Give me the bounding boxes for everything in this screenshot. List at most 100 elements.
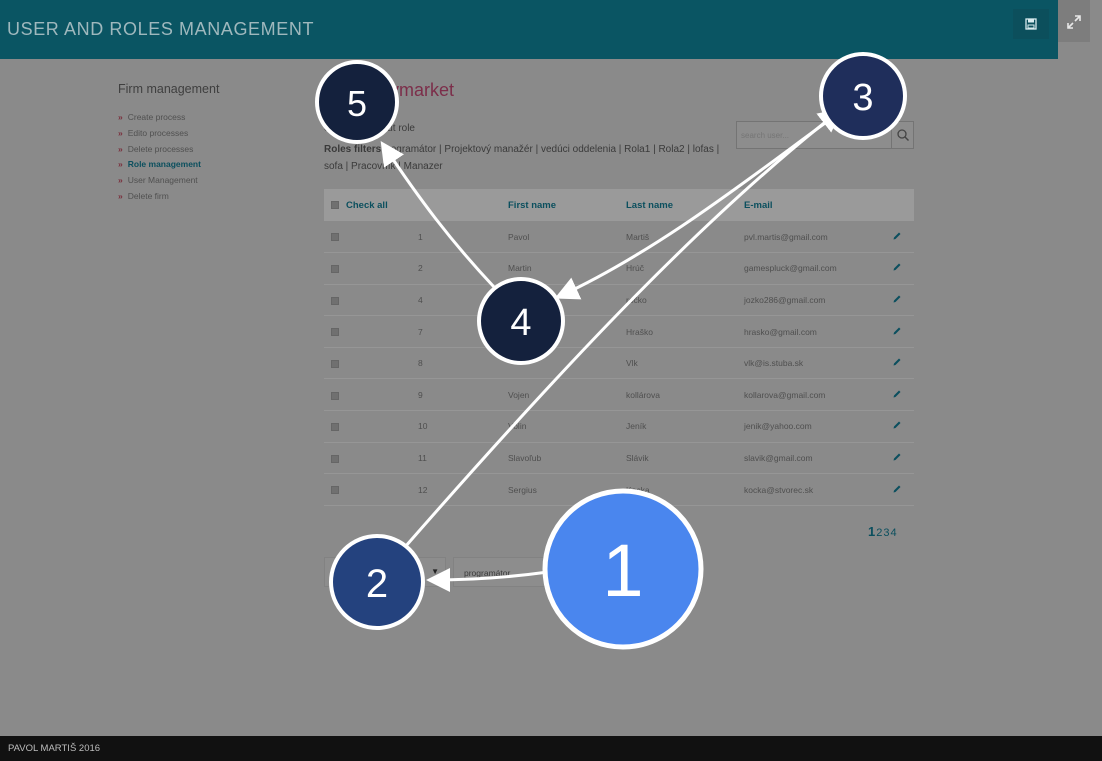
users-table-wrapper: Check all First name Last name E-mail 1 P… <box>324 189 914 506</box>
page-link-1[interactable]: 1 <box>868 524 875 539</box>
email: jenik@yahoo.com <box>744 421 812 432</box>
role-select-value: programátor <box>464 568 511 578</box>
sidebar-item-create-process[interactable]: » Create process <box>118 110 201 126</box>
first-name: Volin <box>508 421 527 432</box>
save-icon <box>1025 18 1037 30</box>
check-all-header[interactable]: Check all <box>324 189 418 221</box>
first-name-header[interactable]: First name <box>508 189 626 221</box>
footer-text: PAVOL MARTIŠ 2016 <box>8 743 101 754</box>
row-checkbox-cell <box>324 253 418 285</box>
email: hrasko@gmail.com <box>744 326 817 337</box>
user-id: 11 <box>418 452 427 463</box>
last-name: Kocka <box>626 484 650 495</box>
table-header-row: Check all First name Last name E-mail <box>324 189 914 221</box>
pencil-icon[interactable] <box>892 420 902 430</box>
sidebar-title: Firm management <box>118 82 220 96</box>
sidebar-item-role-management[interactable]: » Role management <box>118 157 201 173</box>
row-checkbox-cell <box>324 379 418 411</box>
row-checkbox[interactable] <box>331 233 339 242</box>
edit-cell <box>892 316 914 348</box>
table-row: 9 Vojen kollárova kollarova@gmail.com <box>324 379 914 411</box>
roles-filter-label: Roles filters: <box>324 144 385 155</box>
row-checkbox[interactable] <box>331 296 339 305</box>
row-checkbox[interactable] <box>331 391 339 400</box>
id-header <box>418 189 508 221</box>
first-name: Slavoľub <box>508 452 542 463</box>
email: vlk@is.stuba.sk <box>744 358 804 369</box>
row-checkbox[interactable] <box>331 423 339 432</box>
chevron-right-icon: » <box>118 112 123 122</box>
pagination: 1234 <box>868 524 898 539</box>
email: gamespluck@gmail.com <box>744 263 837 274</box>
search-icon[interactable] <box>895 127 911 143</box>
email-header[interactable]: E-mail <box>744 189 892 221</box>
pencil-icon[interactable] <box>892 484 902 494</box>
chevron-right-icon: » <box>118 159 123 170</box>
page-link-2[interactable]: 2 <box>876 527 882 539</box>
table-body: 1 Pavol Martiš pvl.martis@gmail.com 2 Martin H… <box>324 221 914 506</box>
save-button[interactable] <box>1013 9 1049 39</box>
user-id: 10 <box>418 421 428 432</box>
check-all-checkbox[interactable] <box>331 200 339 209</box>
sidebar-item-label: Delete processes <box>127 143 194 154</box>
table-row: 11 Slavoľub Slávik slavik@gmail.com <box>324 442 914 474</box>
row-checkbox[interactable] <box>331 265 339 274</box>
pencil-icon[interactable] <box>892 452 902 462</box>
sidebar-item-delete-processes[interactable]: » Delete processes <box>118 142 201 158</box>
filter-all-link[interactable]: All <box>335 123 348 134</box>
row-checkbox-cell <box>324 474 418 506</box>
pencil-icon[interactable] <box>892 231 902 241</box>
filter-without-role-link[interactable]: Whithout role <box>356 123 415 134</box>
sidebar-item-label: Role management <box>127 159 201 170</box>
pencil-icon[interactable] <box>892 357 902 367</box>
filter-prefix: e: <box>324 123 333 134</box>
sidebar-item-delete-firm[interactable]: » Delete firm <box>118 189 201 205</box>
sidebar-item-user-management[interactable]: » User Management <box>118 173 201 189</box>
dropdown-arrow-icon: ▼ <box>431 567 439 576</box>
email: kocka@stvorec.sk <box>744 484 814 495</box>
row-checkbox[interactable] <box>331 486 339 495</box>
user-id: 4 <box>418 294 423 305</box>
edit-cell <box>892 284 914 316</box>
row-checkbox-cell <box>324 347 418 379</box>
sidebar-item-edit-processes[interactable]: » Edito processes <box>118 126 201 142</box>
last-name-header[interactable]: Last name <box>626 189 744 221</box>
apply-role-button[interactable] <box>598 557 676 587</box>
roles-filter: Roles filters: rogramátor | Projektový m… <box>324 141 734 175</box>
user-filter: e: All | Whithout role <box>324 123 415 134</box>
table-row: 7 Hraško hrasko@gmail.com <box>324 316 914 348</box>
pencil-icon[interactable] <box>892 262 902 272</box>
chevron-right-icon: » <box>118 175 123 186</box>
row-checkbox[interactable] <box>331 328 339 337</box>
table-row: 1 Pavol Martiš pvl.martis@gmail.com <box>324 221 914 253</box>
last-name: Martiš <box>626 231 650 242</box>
role-select[interactable]: programátor ▼ <box>453 557 593 587</box>
first-name <box>508 347 626 379</box>
page-link-4[interactable]: 4 <box>890 527 896 539</box>
row-checkbox[interactable] <box>331 454 339 463</box>
chevron-right-icon: » <box>118 127 123 138</box>
pencil-icon[interactable] <box>892 389 902 399</box>
top-bar: USER AND ROLES MANAGEMENT <box>0 0 1058 59</box>
search-input[interactable] <box>741 127 887 143</box>
pencil-icon[interactable] <box>892 326 902 336</box>
page-link-3[interactable]: 3 <box>883 527 889 539</box>
first-name <box>508 284 626 316</box>
action-select[interactable]: ▼ <box>324 557 446 587</box>
chevron-right-icon: » <box>118 143 123 154</box>
row-checkbox[interactable] <box>331 359 339 368</box>
user-id: 8 <box>418 358 423 369</box>
check-all-label[interactable]: Check all <box>346 200 388 211</box>
row-checkbox-cell <box>324 316 418 348</box>
user-id: 9 <box>418 389 423 400</box>
table-row: 4 ročko jozko286@gmail.com <box>324 284 914 316</box>
roles-filter-links[interactable]: rogramátor | Projektový manažér | vedúci… <box>387 144 719 155</box>
first-name <box>508 316 626 348</box>
app-title: USER AND ROLES MANAGEMENT <box>7 19 315 39</box>
search-divider <box>891 122 892 148</box>
fullscreen-button[interactable] <box>1058 0 1090 42</box>
search-box <box>736 121 914 149</box>
user-id: 7 <box>418 326 423 337</box>
pencil-icon[interactable] <box>892 294 902 304</box>
roles-filter-links[interactable]: sofa | Pracovník | Manazer <box>324 161 443 172</box>
